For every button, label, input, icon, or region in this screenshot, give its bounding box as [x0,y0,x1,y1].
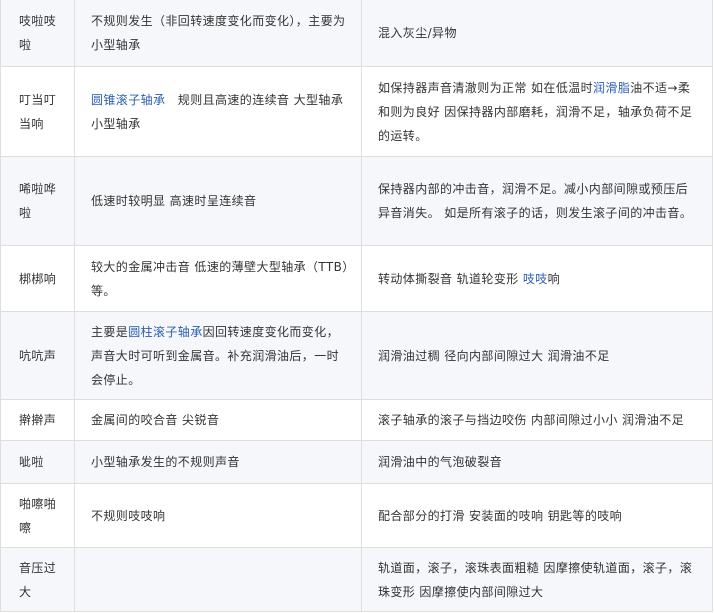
feature-cell: 低速时较明显 高速时呈连续音 [75,157,362,245]
feature-text: 不规则吱吱响 [91,508,166,523]
cause-cell: 转动体撕裂音 轨道轮变形 吱吱响 [362,246,713,311]
symptom-cell: 呲啦 [0,441,75,483]
feature-text: 低速时较明显 高速时呈连续音 [91,194,257,208]
symptom-cell: 吱啦吱啦 [0,0,75,66]
cause-text: 轨道面，滚子，滚珠表面粗糙 因摩擦使轨道面，滚子，滚珠变形 因摩擦使内部间隙过大 [378,560,693,599]
cause-text-start: 转动体撕裂音 轨道轮变形 [378,271,523,286]
feature-cell: 较大的金属冲击音 低速的薄壁大型轴承（TTB）等。 [75,246,362,311]
grease-link[interactable]: 润滑脂 [593,81,630,95]
cause-text: 滚子轴承的滚子与挡边咬伤 内部间隙过小小 润滑油不足 [378,413,685,427]
table-row: 吭吭声 主要是圆柱滚子轴承因回转速度变化而变化，声音大时可听到金属音。补充润滑油… [0,312,713,400]
symptom-cell: 音压过大 [0,548,75,611]
cause-text: 如保持器声音清澈则为正常 如在低温时润滑脂油不适→柔和则为良好 因保持器内部磨耗… [378,76,700,148]
cause-cell: 混入灰尘/异物 [362,0,713,66]
cause-cell: 润滑油中的气泡破裂音 [362,441,713,483]
symptom-text: 吭吭声 [19,348,57,363]
feature-text-start: 主要是 [91,324,129,339]
tapered-roller-bearing-link[interactable]: 圆锥滚子轴承 [91,93,165,107]
feature-cell: 圆锥滚子轴承 规则且高速的连续音 大型轴承 小型轴承 [75,67,362,156]
symptom-text: 擀擀声 [19,413,57,427]
feature-text: 不规则发生（非回转速度变化而变化），主要为小型轴承 [91,14,346,52]
feature-text: 较大的金属冲击音 低速的薄壁大型轴承（TTB）等。 [91,259,349,298]
feature-cell: 主要是圆柱滚子轴承因回转速度变化而变化，声音大时可听到金属音。补充润滑油后，一时… [75,312,362,399]
table-row: 擀擀声 金属间的咬合音 尖锐音 滚子轴承的滚子与挡边咬伤 内部间隙过小小 润滑油… [0,400,713,441]
cylindrical-roller-bearing-link[interactable]: 圆柱滚子轴承 [128,325,202,339]
squeak-link[interactable]: 吱吱 [523,272,548,286]
cause-cell: 保持器内部的冲击音，润滑不足。减小内部间隙或预压后异音消失。 如是所有滚子的话，… [362,157,713,245]
table-row: 啪嚓啪嚓 不规则吱吱响 配合部分的打滑 安装面的吱响 钥匙等的吱响 [0,484,713,548]
cause-cell: 润滑油过稠 径向内部间隙过大 润滑油不足 [362,312,713,399]
cause-cell: 滚子轴承的滚子与挡边咬伤 内部间隙过小小 润滑油不足 [362,400,713,440]
bearing-noise-table: 吱啦吱啦 不规则发生（非回转速度变化而变化），主要为小型轴承 混入灰尘/异物 叮… [0,0,713,612]
feature-text: 主要是圆柱滚子轴承因回转速度变化而变化，声音大时可听到金属音。补充润滑油后，一时… [91,320,349,392]
feature-cell: 不规则吱吱响 [75,484,362,547]
feature-text: 小型轴承发生的不规则声音 [91,455,240,469]
symptom-cell: 唏啦哗啦 [0,157,75,245]
symptom-text: 呲啦 [19,455,44,469]
symptom-text: 唏啦哗啦 [19,182,57,220]
symptom-cell: 啪嚓啪嚓 [0,484,75,547]
table-row: 梆梆响 较大的金属冲击音 低速的薄壁大型轴承（TTB）等。 转动体撕裂音 轨道轮… [0,246,713,312]
symptom-text: 梆梆响 [19,271,57,286]
feature-text: 圆锥滚子轴承 规则且高速的连续音 大型轴承 小型轴承 [91,88,349,136]
symptom-text: 叮当叮当响 [19,92,57,131]
symptom-text: 吱啦吱啦 [19,14,57,52]
cause-cell: 配合部分的打滑 安装面的吱响 钥匙等的吱响 [362,484,713,547]
table-row: 呲啦 小型轴承发生的不规则声音 润滑油中的气泡破裂音 [0,441,713,484]
cause-text-start: 如保持器声音清澈则为正常 如在低温时 [378,80,594,95]
feature-cell: 金属间的咬合音 尖锐音 [75,400,362,440]
feature-cell [75,548,362,611]
cause-text: 配合部分的打滑 安装面的吱响 钥匙等的吱响 [378,508,623,523]
symptom-cell: 叮当叮当响 [0,67,75,156]
feature-text: 金属间的咬合音 尖锐音 [91,413,220,427]
feature-cell: 小型轴承发生的不规则声音 [75,441,362,483]
symptom-cell: 吭吭声 [0,312,75,399]
table-row: 吱啦吱啦 不规则发生（非回转速度变化而变化），主要为小型轴承 混入灰尘/异物 [0,0,713,67]
symptom-text: 音压过大 [19,560,57,599]
cause-cell: 轨道面，滚子，滚珠表面粗糙 因摩擦使轨道面，滚子，滚珠变形 因摩擦使内部间隙过大 [362,548,713,611]
cause-text: 混入灰尘/异物 [378,26,457,40]
cause-text: 保持器内部的冲击音，润滑不足。减小内部间隙或预压后异音消失。 如是所有滚子的话，… [378,182,693,220]
feature-cell: 不规则发生（非回转速度变化而变化），主要为小型轴承 [75,0,362,66]
cause-text: 润滑油过稠 径向内部间隙过大 润滑油不足 [378,348,610,363]
table-row: 叮当叮当响 圆锥滚子轴承 规则且高速的连续音 大型轴承 小型轴承 如保持器声音清… [0,67,713,157]
cause-text: 润滑油中的气泡破裂音 [378,455,503,469]
cause-cell: 如保持器声音清澈则为正常 如在低温时润滑脂油不适→柔和则为良好 因保持器内部磨耗… [362,67,713,156]
symptom-cell: 擀擀声 [0,400,75,440]
cause-text-rest: 响 [547,271,561,286]
table-row: 唏啦哗啦 低速时较明显 高速时呈连续音 保持器内部的冲击音，润滑不足。减小内部间… [0,157,713,246]
cause-text: 转动体撕裂音 轨道轮变形 吱吱响 [378,267,700,291]
table-row: 音压过大 轨道面，滚子，滚珠表面粗糙 因摩擦使轨道面，滚子，滚珠变形 因摩擦使内… [0,548,713,612]
symptom-text: 啪嚓啪嚓 [19,496,57,535]
symptom-cell: 梆梆响 [0,246,75,311]
